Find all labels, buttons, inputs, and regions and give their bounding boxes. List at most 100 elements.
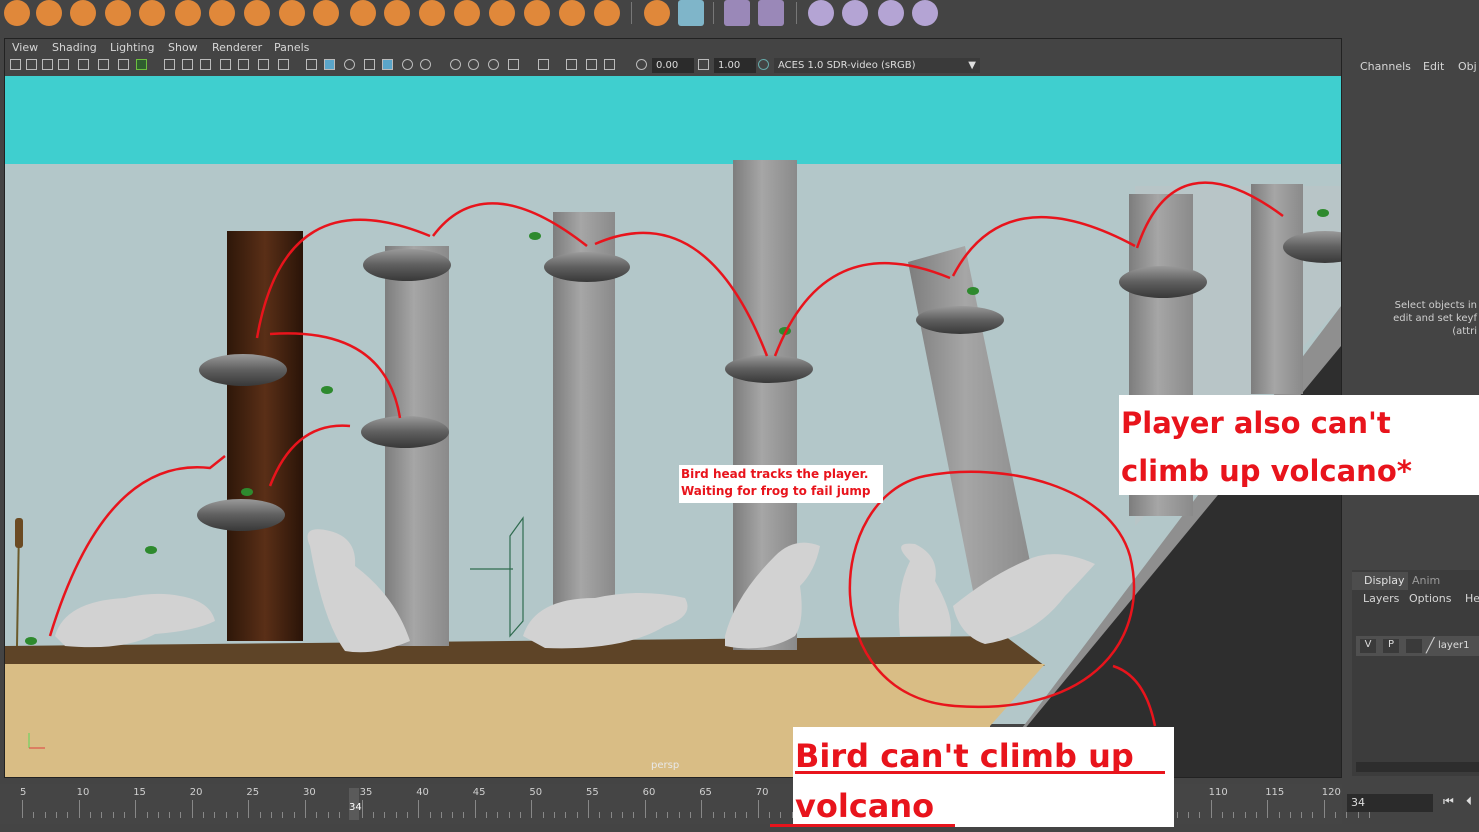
shelf-tool-icon[interactable] [724,0,750,26]
xray-icon[interactable] [538,59,549,70]
safe-action-icon[interactable] [258,59,269,70]
wireframe-icon[interactable] [306,59,317,70]
layer-name[interactable]: layer1 [1438,640,1469,651]
shelf-tool-icon[interactable] [175,0,201,26]
menu-panels[interactable]: Panels [274,41,309,54]
gamma-field[interactable]: 1.00 [714,58,756,73]
shelf-tool-icon[interactable] [878,0,904,26]
depth-of-field-icon[interactable] [488,59,499,70]
menu-object[interactable]: Obj [1458,60,1477,73]
layer-row[interactable]: V P ╱ layer1 [1356,636,1479,656]
timeline-minor-tick [112,812,114,818]
menu-edit[interactable]: Edit [1423,60,1444,73]
film-gate-icon[interactable] [182,59,193,70]
screen-space-ao-icon[interactable] [420,59,431,70]
timeline-minor-tick [293,812,295,818]
grease-pencil-tool-icon[interactable] [118,59,129,70]
menu-channels[interactable]: Channels [1360,60,1411,73]
shelf-tool-icon[interactable] [524,0,550,26]
shadows-icon[interactable] [402,59,413,70]
backface-culling-icon[interactable] [604,59,615,70]
tab-anim[interactable]: Anim [1412,574,1440,587]
current-frame-field[interactable]: 34 [1347,794,1433,812]
bookmarks-icon[interactable] [42,59,53,70]
xray-active-icon[interactable] [586,59,597,70]
menu-view[interactable]: View [12,41,38,54]
pencil-active-icon[interactable] [136,59,147,70]
menu-layers[interactable]: Layers [1363,592,1399,605]
channel-hint-line: (attri [1452,326,1477,337]
isolate-select-icon[interactable] [508,59,519,70]
two-d-pan-icon[interactable] [98,59,109,70]
grease-pencil-icon[interactable] [78,59,89,70]
wireframe-on-shaded-icon[interactable] [344,59,355,70]
sky [5,76,1341,164]
menu-options[interactable]: Options [1409,592,1451,605]
layer-visibility-toggle[interactable]: V [1360,639,1376,653]
multisample-aa-icon[interactable] [468,59,479,70]
image-plane-icon[interactable] [58,59,69,70]
shelf-tool-icon[interactable] [4,0,30,26]
shelf-tool-icon[interactable] [419,0,445,26]
shelf-tool-icon[interactable] [105,0,131,26]
menu-renderer[interactable]: Renderer [212,41,262,54]
timeline-tick-mark [474,800,476,818]
timeline-minor-tick [542,812,544,818]
shelf-tool-icon[interactable] [454,0,480,26]
use-all-lights-icon[interactable] [382,59,393,70]
timeline-minor-tick [327,812,329,818]
menu-lighting[interactable]: Lighting [110,41,154,54]
shelf-tool-icon[interactable] [559,0,585,26]
shelf-tool-icon[interactable] [139,0,165,26]
shelf-tool-icon[interactable] [279,0,305,26]
shelf-tool-icon[interactable] [244,0,270,26]
shelf-tool-icon[interactable] [489,0,515,26]
go-to-start-icon[interactable]: ⏮ [1443,794,1454,809]
smooth-shade-icon[interactable] [324,59,335,70]
motion-blur-icon[interactable] [450,59,461,70]
step-back-icon[interactable]: ⏴ [1466,794,1472,809]
frog [145,546,157,554]
camera-attributes-icon[interactable] [26,59,37,70]
timeline-minor-tick [1357,812,1359,818]
grid-icon[interactable] [678,0,704,26]
shelf-tool-icon[interactable] [209,0,235,26]
textured-icon[interactable] [364,59,375,70]
humanik-icon[interactable] [758,0,784,26]
shelf-tool-icon[interactable] [313,0,339,26]
shelf-tool-icon[interactable] [36,0,62,26]
timeline-tick-mark [757,800,759,818]
layer-scrollbar[interactable] [1356,762,1479,772]
shelf-tool-icon[interactable] [70,0,96,26]
shelf-tool-icon[interactable] [842,0,868,26]
shelf-tool-icon[interactable] [808,0,834,26]
xray-joints-icon[interactable] [566,59,577,70]
gate-mask-icon[interactable] [220,59,231,70]
color-management-icon[interactable] [758,59,769,70]
menu-help[interactable]: He [1465,592,1479,605]
shelf-tool-icon[interactable] [644,0,670,26]
timeline-minor-tick [1233,812,1235,818]
layer-type-toggle[interactable] [1406,639,1422,653]
shelf-tool-icon[interactable] [384,0,410,26]
exposure-field[interactable]: 0.00 [652,58,694,73]
frog [529,232,541,240]
menu-show[interactable]: Show [168,41,198,54]
shelf-tool-icon[interactable] [912,0,938,26]
field-chart-icon[interactable] [238,59,249,70]
gamma-icon[interactable] [698,59,709,70]
layer-playback-toggle[interactable]: P [1383,639,1399,653]
shelf-tool-icon[interactable] [350,0,376,26]
shelf-tool-icon[interactable] [594,0,620,26]
select-camera-icon[interactable] [10,59,21,70]
exposure-icon[interactable] [636,59,647,70]
tab-display[interactable]: Display [1352,572,1408,590]
timeline-minor-tick [689,812,691,818]
safe-title-icon[interactable] [278,59,289,70]
timeline-minor-tick [123,812,125,818]
menu-shading[interactable]: Shading [52,41,97,54]
color-space-dropdown[interactable]: ACES 1.0 SDR-video (sRGB) ▼ [774,58,980,73]
grid-icon[interactable] [164,59,175,70]
resolution-gate-icon[interactable] [200,59,211,70]
timeline-minor-tick [440,812,442,818]
